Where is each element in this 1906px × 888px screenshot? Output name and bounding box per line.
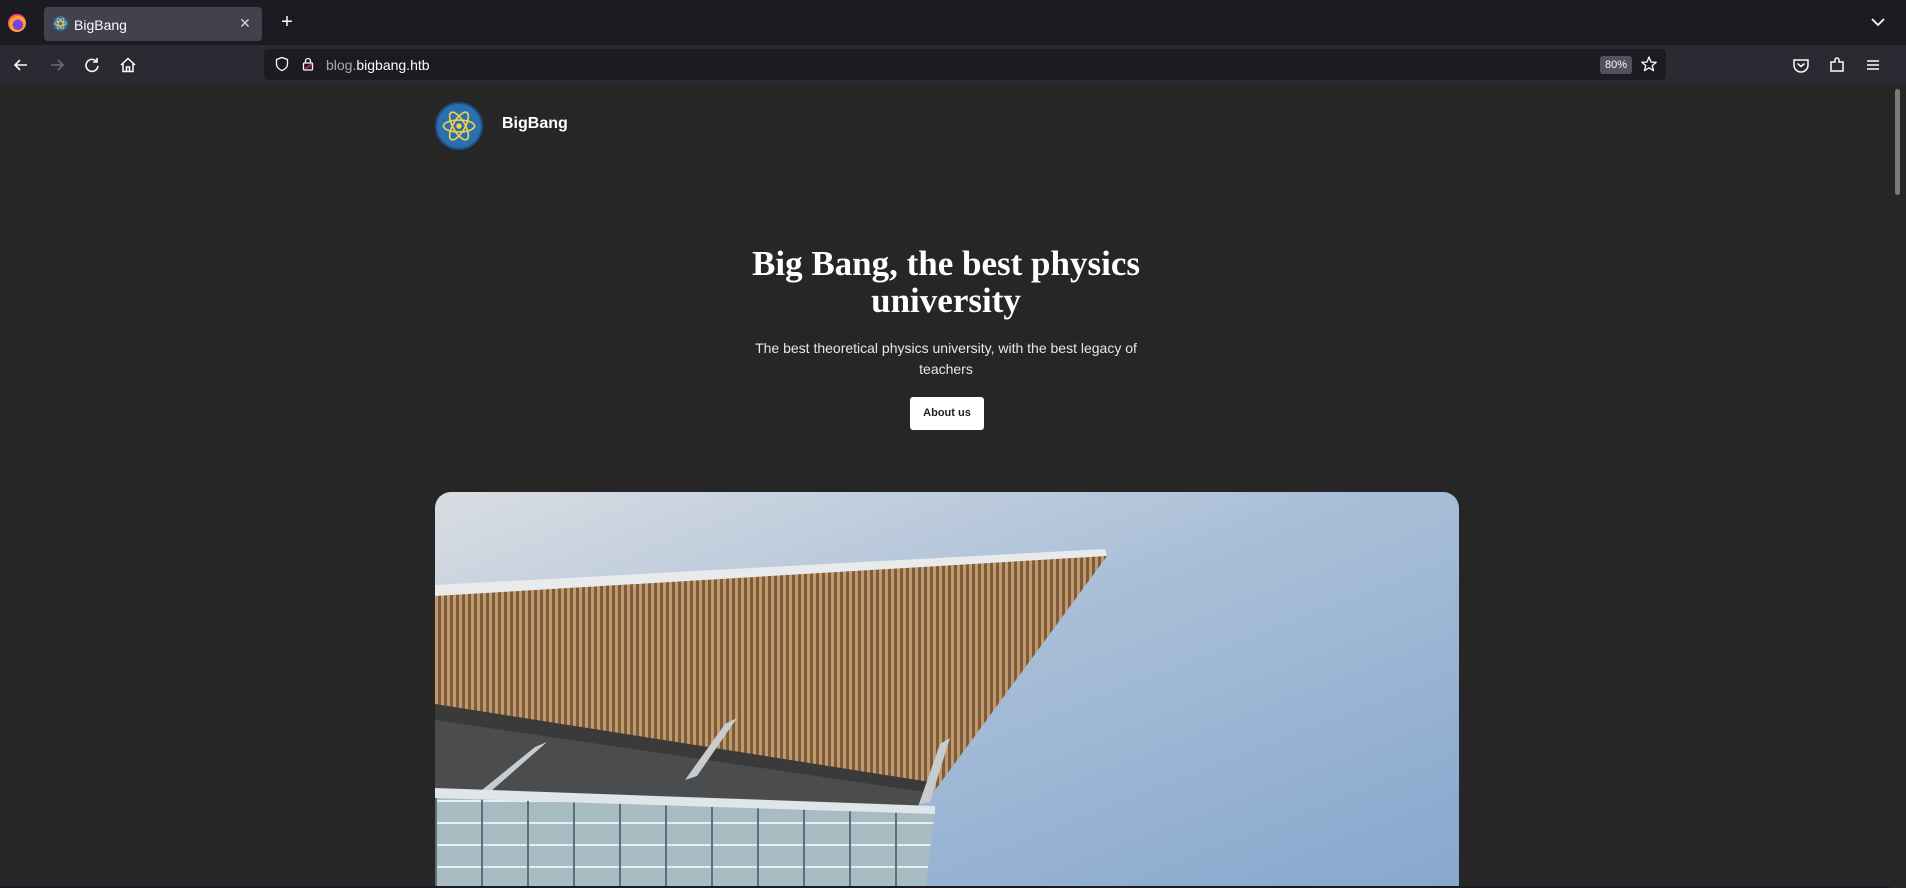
atom-logo-icon[interactable] <box>435 102 483 150</box>
back-icon[interactable] <box>10 54 32 76</box>
hero-title: Big Bang, the best physics university <box>752 244 1140 320</box>
scrollbar-thumb[interactable] <box>1895 89 1900 195</box>
url-bar[interactable]: blog.bigbang.htb 80% <box>264 49 1666 80</box>
navigation-toolbar: blog.bigbang.htb 80% <box>0 45 1906 85</box>
about-us-button[interactable]: About us <box>910 397 984 430</box>
chevron-down-icon[interactable] <box>1868 12 1888 32</box>
tab-title: BigBang <box>74 17 127 33</box>
pocket-icon[interactable] <box>1790 54 1812 76</box>
zoom-level-badge[interactable]: 80% <box>1599 56 1632 74</box>
forward-icon[interactable] <box>46 54 68 76</box>
tab-strip: BigBang ✕ + <box>0 0 1906 45</box>
url-subdomain: blog. <box>326 57 357 73</box>
lock-icon[interactable] <box>300 56 316 72</box>
building-hero-image <box>435 492 1459 886</box>
star-icon[interactable] <box>1640 55 1658 73</box>
firefox-icon[interactable] <box>8 14 26 32</box>
reload-icon[interactable] <box>81 54 103 76</box>
close-tab-icon[interactable]: ✕ <box>236 14 254 32</box>
shield-icon[interactable] <box>274 56 290 72</box>
menu-icon[interactable] <box>1862 54 1884 76</box>
new-tab-button[interactable]: + <box>276 11 298 33</box>
atom-favicon-icon <box>53 16 68 31</box>
page-viewport: BigBang Big Bang, the best physics unive… <box>0 85 1890 886</box>
tab-bigbang[interactable]: BigBang ✕ <box>44 7 262 41</box>
url-domain: bigbang.htb <box>356 57 430 73</box>
scrollbar[interactable] <box>1890 85 1906 888</box>
home-icon[interactable] <box>117 54 139 76</box>
url-text[interactable]: blog.bigbang.htb <box>326 57 430 73</box>
hero-subtitle: The best theoretical physics university,… <box>755 340 1137 377</box>
site-name[interactable]: BigBang <box>502 115 568 133</box>
extensions-icon[interactable] <box>1826 54 1848 76</box>
